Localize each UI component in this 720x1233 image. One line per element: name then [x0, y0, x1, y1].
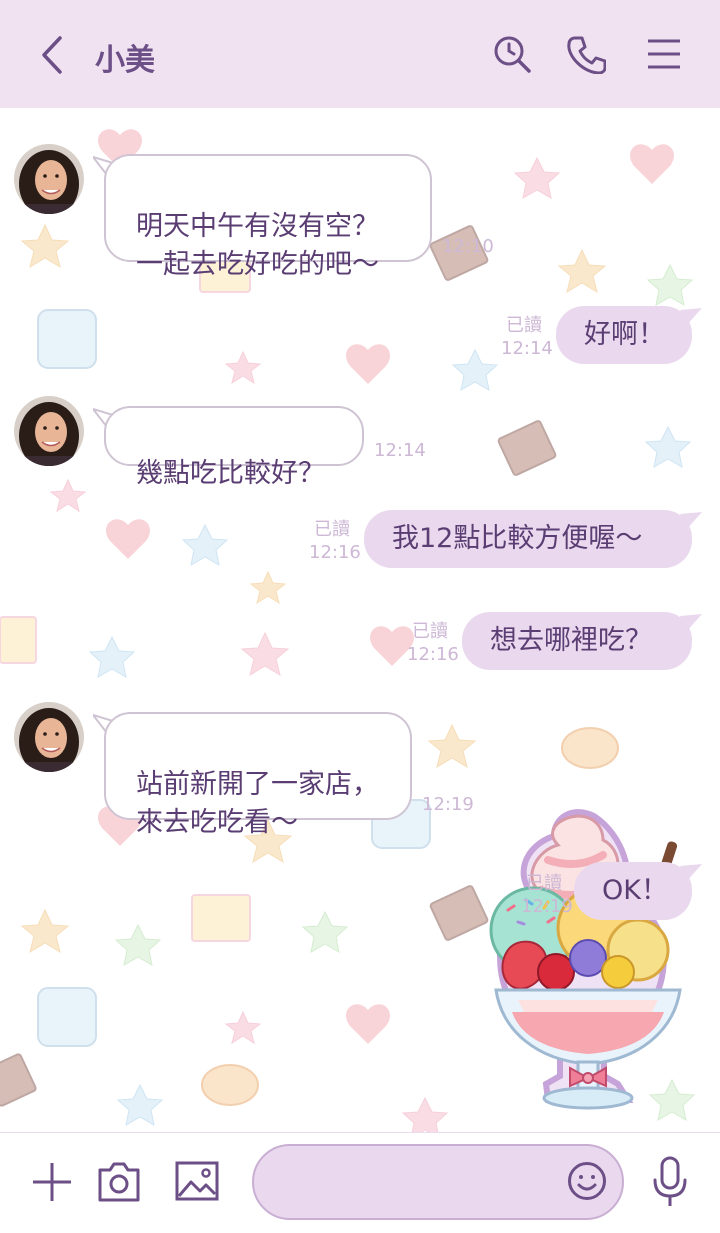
phone-icon[interactable] — [566, 34, 606, 74]
message-text: 想去哪裡吃？ — [490, 625, 652, 656]
emoji-icon[interactable] — [566, 1160, 608, 1202]
microphone-icon[interactable] — [650, 1154, 690, 1208]
message-time: 12:16 — [309, 542, 361, 563]
outgoing-message[interactable]: 我12點比較方便喔～ — [364, 510, 692, 568]
message-time: 12:10 — [442, 236, 494, 257]
message-text: 幾點吃比較好？ — [136, 458, 325, 489]
read-receipt: 已讀 — [314, 519, 350, 540]
bubble-tail — [680, 308, 702, 326]
message-text: 我12點比較方便喔～ — [392, 523, 643, 554]
contact-name[interactable]: 小美 — [95, 35, 155, 79]
incoming-message[interactable]: 明天中午有沒有空？ 一起去吃好吃的吧～ — [104, 154, 432, 280]
bubble-tail — [680, 614, 702, 632]
message-input[interactable] — [280, 1164, 574, 1202]
menu-icon[interactable] — [646, 38, 682, 70]
message-time: 12:19 — [422, 794, 474, 815]
message-time: 12:14 — [374, 440, 426, 461]
avatar[interactable] — [14, 396, 84, 466]
read-receipt: 已讀 — [412, 621, 448, 642]
message-time: 12:16 — [407, 644, 459, 665]
search-history-icon[interactable] — [492, 34, 532, 74]
image-icon[interactable] — [174, 1158, 220, 1204]
read-receipt: 已讀 — [506, 315, 542, 336]
message-text: 站前新開了一家店， 來去吃吃看～ — [136, 769, 379, 838]
message-text: OK！ — [602, 875, 668, 906]
incoming-message[interactable]: 站前新開了一家店， 來去吃吃看～ — [104, 712, 412, 838]
outgoing-message[interactable]: 想去哪裡吃？ — [462, 612, 692, 670]
message-text: 明天中午有沒有空？ 一起去吃好吃的吧～ — [136, 211, 379, 280]
incoming-message[interactable]: 幾點吃比較好？ — [104, 406, 364, 489]
read-receipt: 已讀 — [526, 873, 562, 894]
chevron-left-icon[interactable] — [36, 34, 68, 76]
ice-cream-parfait-sticker[interactable] — [478, 800, 698, 1125]
outgoing-message[interactable]: 好啊！ — [556, 306, 692, 364]
message-time: 12:14 — [501, 338, 553, 359]
bubble-tail — [680, 864, 702, 882]
plus-icon[interactable] — [30, 1160, 74, 1204]
avatar[interactable] — [14, 702, 84, 772]
chat-header: 小美 — [0, 0, 720, 108]
avatar[interactable] — [14, 144, 84, 214]
camera-icon[interactable] — [96, 1158, 142, 1204]
message-text: 好啊！ — [584, 319, 665, 350]
bubble-tail — [680, 512, 702, 530]
message-time: 12:19 — [521, 896, 573, 917]
outgoing-message[interactable]: OK！ — [574, 862, 692, 920]
